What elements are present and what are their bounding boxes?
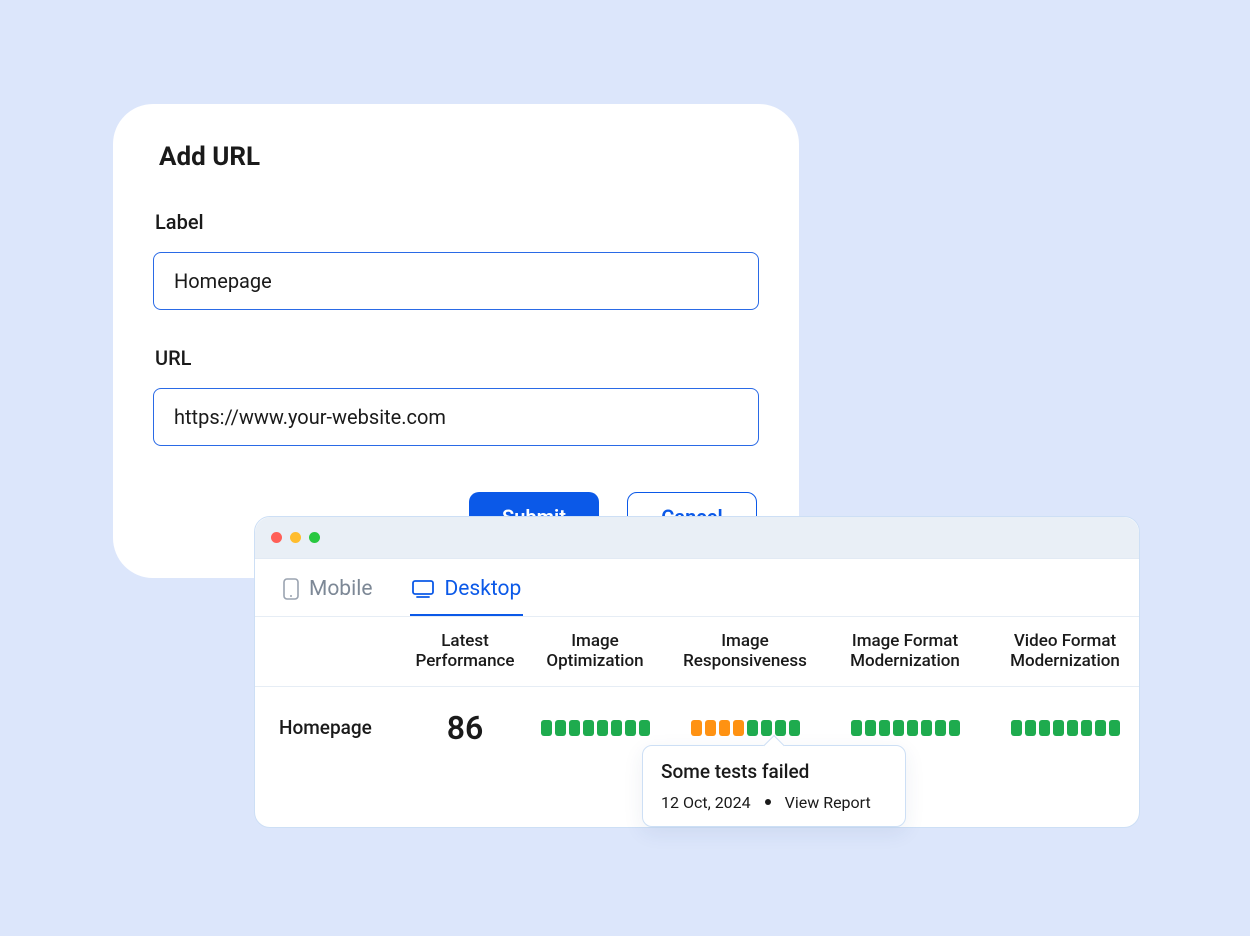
status-pill xyxy=(733,720,744,736)
status-pill xyxy=(1053,720,1064,736)
column-headers: Latest Performance Image Optimization Im… xyxy=(255,617,1139,687)
tab-mobile-label: Mobile xyxy=(309,577,372,601)
status-pill xyxy=(1011,720,1022,736)
col-head-image-optimization: Image Optimization xyxy=(525,631,665,672)
window-close-icon[interactable] xyxy=(271,532,282,543)
status-pill xyxy=(949,720,960,736)
col-head-video-format: Video Format Modernization xyxy=(985,631,1145,672)
table-row: Homepage 86 Some tests failed 12 Oct, 20… xyxy=(255,687,1139,827)
label-input[interactable] xyxy=(153,252,759,310)
status-pill xyxy=(719,720,730,736)
status-pill xyxy=(639,720,650,736)
status-pill xyxy=(789,720,800,736)
status-pill xyxy=(541,720,552,736)
status-pill xyxy=(583,720,594,736)
row-performance: 86 xyxy=(405,709,525,747)
window-titlebar xyxy=(255,517,1139,559)
metric-image-optimization xyxy=(525,720,665,736)
window-minimize-icon[interactable] xyxy=(290,532,301,543)
status-pill xyxy=(1025,720,1036,736)
row-name: Homepage xyxy=(255,716,405,739)
tab-mobile[interactable]: Mobile xyxy=(283,577,372,615)
status-pill xyxy=(569,720,580,736)
popover-date: 12 Oct, 2024 xyxy=(661,793,751,812)
status-pill xyxy=(893,720,904,736)
status-pill xyxy=(625,720,636,736)
device-tabs: Mobile Desktop xyxy=(255,559,1139,617)
metric-image-responsiveness xyxy=(665,720,825,736)
separator-dot-icon xyxy=(765,799,771,805)
status-pill xyxy=(775,720,786,736)
label-field-label: Label xyxy=(153,210,759,234)
tab-desktop[interactable]: Desktop xyxy=(412,577,521,615)
status-pill xyxy=(597,720,608,736)
add-url-card: Add URL Label URL Submit Cancel xyxy=(113,104,799,578)
col-head-performance: Latest Performance xyxy=(405,631,525,672)
status-pill xyxy=(865,720,876,736)
status-pill xyxy=(1067,720,1078,736)
status-pill xyxy=(851,720,862,736)
view-report-link[interactable]: View Report xyxy=(785,793,871,812)
status-pill xyxy=(761,720,772,736)
popover-title: Some tests failed xyxy=(661,760,887,783)
status-pill xyxy=(921,720,932,736)
metric-video-format xyxy=(985,720,1145,736)
status-pill xyxy=(555,720,566,736)
report-window: Mobile Desktop Latest Performance Image … xyxy=(254,516,1140,828)
tab-desktop-label: Desktop xyxy=(444,577,521,601)
col-head-image-format: Image Format Modernization xyxy=(825,631,985,672)
col-head-image-responsiveness: Image Responsiveness xyxy=(665,631,825,672)
test-result-popover: Some tests failed 12 Oct, 2024 View Repo… xyxy=(642,745,906,827)
desktop-icon xyxy=(412,580,434,598)
url-field-label: URL xyxy=(153,346,759,370)
col-head-name xyxy=(255,631,405,672)
card-title: Add URL xyxy=(153,142,759,172)
status-pill xyxy=(907,720,918,736)
status-pill xyxy=(935,720,946,736)
status-pill xyxy=(747,720,758,736)
status-pill xyxy=(1039,720,1050,736)
status-pill xyxy=(1081,720,1092,736)
status-pill xyxy=(1095,720,1106,736)
status-pill xyxy=(705,720,716,736)
status-pill xyxy=(879,720,890,736)
metric-image-format xyxy=(825,720,985,736)
mobile-icon xyxy=(283,578,299,600)
status-pill xyxy=(611,720,622,736)
status-pill xyxy=(691,720,702,736)
window-maximize-icon[interactable] xyxy=(309,532,320,543)
url-input[interactable] xyxy=(153,388,759,446)
status-pill xyxy=(1109,720,1120,736)
